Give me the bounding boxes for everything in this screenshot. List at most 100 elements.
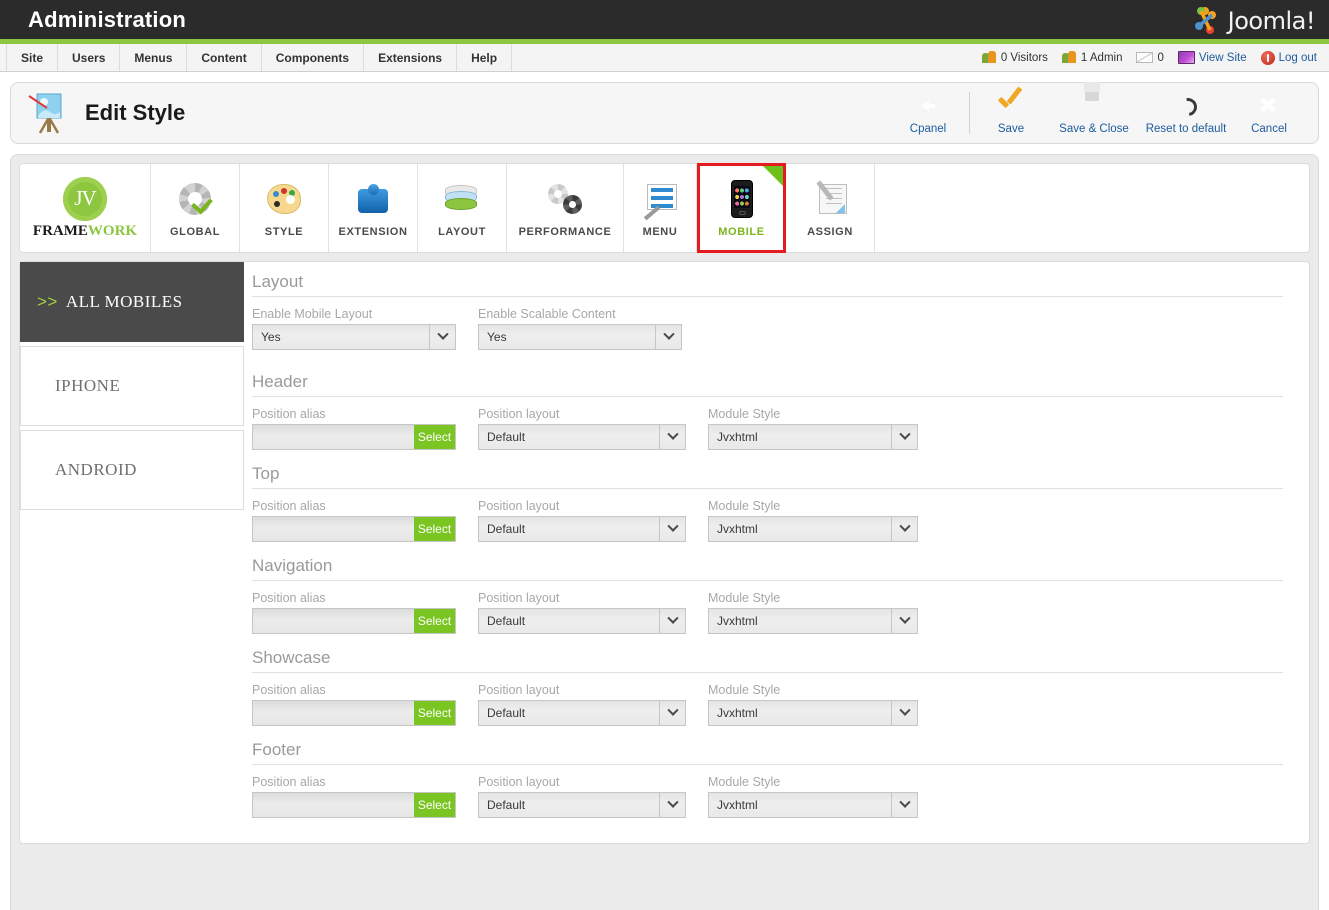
two-gears-icon [548, 184, 582, 214]
enable-mobile-layout-value: Yes [261, 330, 281, 344]
tab-global-label: GLOBAL [169, 226, 221, 238]
save-close-button[interactable]: Save & Close [1048, 83, 1140, 143]
sidebar-item-android[interactable]: ANDROID [20, 430, 244, 510]
main-container: JV FRAMEWORK GLOBAL STYLE EXTENSION LAYO… [10, 154, 1319, 910]
chevron-down-icon [891, 609, 917, 633]
cancel-label: Cancel [1251, 122, 1287, 135]
easel-paint-icon [28, 93, 62, 134]
section-header-title: Header [252, 372, 1283, 397]
tab-extension[interactable]: EXTENSION [329, 164, 418, 252]
tab-global[interactable]: GLOBAL [151, 164, 240, 252]
top-module-style-select[interactable]: Jvxhtml [708, 516, 918, 542]
tab-menu-label: MENU [642, 226, 678, 238]
tab-style[interactable]: STYLE [240, 164, 329, 252]
menu-item-menus[interactable]: Menus [120, 44, 188, 71]
tab-assign[interactable]: ASSIGN [786, 164, 875, 252]
status-area: 0 Visitors 1 Admin 0 View Site Log out [981, 44, 1329, 71]
menu-item-content[interactable]: Content [187, 44, 262, 71]
framework-wordmark: FRAMEWORK [33, 223, 137, 240]
top-module-style-label: Module Style [708, 499, 781, 513]
tab-menu[interactable]: MENU [624, 164, 697, 252]
footer-position-alias-input[interactable] [253, 793, 414, 817]
showcase-position-alias-group: Select [252, 700, 456, 726]
page-title: Edit Style [85, 100, 186, 125]
header-module-style-label: Module Style [708, 407, 781, 421]
menu-item-components[interactable]: Components [262, 44, 365, 71]
active-corner-ribbon-icon [763, 166, 783, 186]
tab-performance-label: PERFORMANCE [518, 226, 612, 238]
enable-mobile-layout-label: Enable Mobile Layout [252, 307, 373, 321]
header-position-layout-select[interactable]: Default [478, 424, 686, 450]
navigation-position-alias-group: Select [252, 608, 456, 634]
tab-layout[interactable]: LAYOUT [418, 164, 507, 252]
visitors-count: 0 Visitors [1000, 51, 1048, 64]
save-button[interactable]: Save [974, 83, 1048, 143]
assign-pencil-paper-icon [814, 180, 847, 214]
menu-item-extensions[interactable]: Extensions [364, 44, 458, 71]
envelope-icon [1136, 52, 1154, 63]
sidebar-item-all-mobiles[interactable]: >> ALL MOBILES [20, 262, 244, 342]
showcase-position-layout-value: Default [487, 706, 526, 720]
footer-module-style-select[interactable]: Jvxhtml [708, 792, 918, 818]
showcase-position-alias-label: Position alias [252, 683, 326, 697]
field-top-position-layout: Position layout Default [478, 499, 686, 542]
messages-stat[interactable]: 0 [1136, 52, 1164, 64]
tab-strip: JV FRAMEWORK GLOBAL STYLE EXTENSION LAYO… [19, 163, 1310, 253]
app-title: Administration [28, 6, 187, 32]
section-showcase: Showcase Position alias Select Position … [252, 648, 1283, 726]
paint-palette-icon [267, 184, 301, 214]
section-navigation: Navigation Position alias Select Positio… [252, 556, 1283, 634]
sidebar-item-iphone[interactable]: IPHONE [20, 346, 244, 426]
header-module-style-select[interactable]: Jvxhtml [708, 424, 918, 450]
navigation-position-alias-input[interactable] [253, 609, 414, 633]
showcase-position-alias-input[interactable] [253, 701, 414, 725]
tab-performance[interactable]: PERFORMANCE [507, 164, 624, 252]
top-select-button[interactable]: Select [414, 517, 455, 541]
top-position-alias-input[interactable] [253, 517, 414, 541]
header-select-button[interactable]: Select [414, 425, 455, 449]
field-top-position-alias: Position alias Select [252, 499, 456, 542]
save-label: Save [997, 122, 1025, 135]
cpanel-button[interactable]: Cpanel [891, 83, 965, 143]
showcase-module-style-select[interactable]: Jvxhtml [708, 700, 918, 726]
sidebar-item-all-mobiles-label: ALL MOBILES [65, 292, 183, 311]
layers-map-icon [445, 185, 479, 213]
navigation-select-button[interactable]: Select [414, 609, 455, 633]
top-position-layout-label: Position layout [478, 499, 560, 513]
menu-item-users[interactable]: Users [58, 44, 121, 71]
people-icon [1061, 51, 1077, 64]
tab-mobile[interactable]: MOBILE [697, 163, 786, 253]
footer-position-layout-select[interactable]: Default [478, 792, 686, 818]
top-position-alias-group: Select [252, 516, 456, 542]
chevron-down-icon [891, 517, 917, 541]
top-module-style-value: Jvxhtml [717, 522, 758, 536]
visitors-stat: 0 Visitors [981, 51, 1048, 64]
header-position-alias-group: Select [252, 424, 456, 450]
menu-item-site[interactable]: Site [6, 44, 59, 71]
logout-link[interactable]: Log out [1260, 50, 1317, 65]
jv-framework-logo: JV FRAMEWORK [20, 164, 151, 252]
enable-mobile-layout-select[interactable]: Yes [252, 324, 456, 350]
sidebar-item-android-label: ANDROID [55, 460, 137, 479]
toolbar-divider [969, 92, 970, 134]
showcase-position-layout-select[interactable]: Default [478, 700, 686, 726]
header-position-alias-input[interactable] [253, 425, 414, 449]
view-site-link[interactable]: View Site [1177, 51, 1247, 64]
footer-select-button[interactable]: Select [414, 793, 455, 817]
top-header-bar: Administration Joomla! [0, 0, 1329, 44]
chevron-down-icon [655, 325, 681, 349]
chevron-down-icon [891, 701, 917, 725]
reset-default-button[interactable]: Reset to default [1140, 83, 1232, 143]
enable-scalable-content-select[interactable]: Yes [478, 324, 682, 350]
cancel-button[interactable]: Cancel [1232, 83, 1306, 143]
showcase-select-button[interactable]: Select [414, 701, 455, 725]
field-showcase-position-alias: Position alias Select [252, 683, 456, 726]
field-navigation-position-layout: Position layout Default [478, 591, 686, 634]
navigation-position-layout-select[interactable]: Default [478, 608, 686, 634]
navigation-module-style-select[interactable]: Jvxhtml [708, 608, 918, 634]
top-position-layout-select[interactable]: Default [478, 516, 686, 542]
sidebar-chevron-icon: >> [37, 292, 58, 311]
settings-form: Layout Enable Mobile Layout Yes Enable S… [244, 262, 1309, 843]
menu-item-help[interactable]: Help [457, 44, 513, 71]
field-header-position-layout: Position layout Default [478, 407, 686, 450]
